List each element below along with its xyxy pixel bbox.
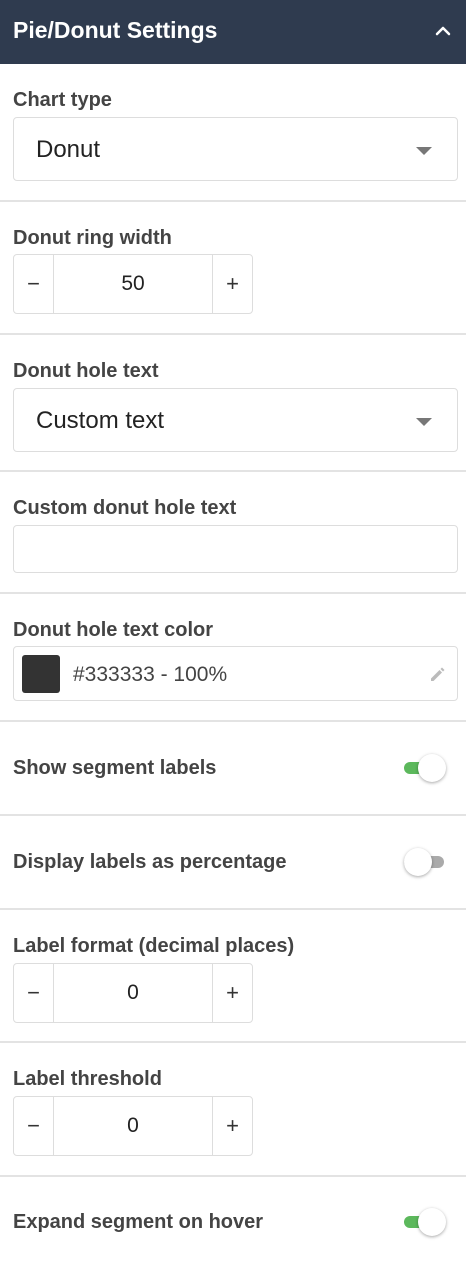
ring-width-label: Donut ring width [13,227,172,249]
label-threshold-decrement-button[interactable]: − [14,1097,54,1155]
hole-text-color-picker[interactable]: #333333 - 100% [13,646,458,701]
label-format-decrement-button[interactable]: − [14,964,54,1022]
divider [0,908,466,910]
label-format-label: Label format (decimal places) [13,935,295,957]
expand-hover-label: Expand segment on hover [13,1211,264,1233]
dropdown-caret-icon [416,418,432,426]
ring-width-stepper: − 50 + [13,254,253,314]
divider [0,470,466,472]
divider [0,1041,466,1043]
chart-type-value: Donut [36,136,101,163]
dropdown-caret-icon [416,147,432,155]
custom-hole-text-input[interactable] [13,525,458,573]
panel-title: Pie/Donut Settings [13,17,218,43]
label-format-stepper: − 0 + [13,963,253,1023]
divider [0,592,466,594]
color-swatch[interactable] [22,655,60,693]
custom-hole-text-label: Custom donut hole text [13,497,237,519]
ring-width-increment-button[interactable]: + [212,255,252,313]
divider [0,1175,466,1177]
ring-width-decrement-button[interactable]: − [14,255,54,313]
divider [0,200,466,202]
hole-text-select[interactable]: Custom text [13,388,458,452]
expand-hover-toggle[interactable] [402,1206,448,1238]
chart-type-label: Chart type [13,89,112,111]
percentage-labels-label: Display labels as percentage [13,851,287,873]
label-threshold-input[interactable]: 0 [54,1097,212,1155]
hole-text-value: Custom text [36,407,165,434]
segment-labels-toggle[interactable] [402,752,448,784]
percentage-labels-toggle[interactable] [402,846,448,878]
segment-labels-label: Show segment labels [13,757,217,779]
ring-width-input[interactable]: 50 [54,255,212,313]
toggle-knob [418,1208,446,1236]
settings-panel-header[interactable]: Pie/Donut Settings [0,0,466,64]
hole-text-color-label: Donut hole text color [13,619,213,641]
label-threshold-increment-button[interactable]: + [212,1097,252,1155]
label-threshold-stepper: − 0 + [13,1096,253,1156]
chevron-up-icon[interactable] [432,20,454,42]
divider [0,333,466,335]
chart-type-select[interactable]: Donut [13,117,458,181]
toggle-knob [404,848,432,876]
label-format-input[interactable]: 0 [54,964,212,1022]
label-threshold-label: Label threshold [13,1068,162,1090]
pencil-icon[interactable] [429,665,447,683]
label-format-increment-button[interactable]: + [212,964,252,1022]
toggle-knob [418,754,446,782]
divider [0,814,466,816]
divider [0,720,466,722]
color-value: #333333 - 100% [73,663,228,686]
hole-text-label: Donut hole text [13,360,159,382]
